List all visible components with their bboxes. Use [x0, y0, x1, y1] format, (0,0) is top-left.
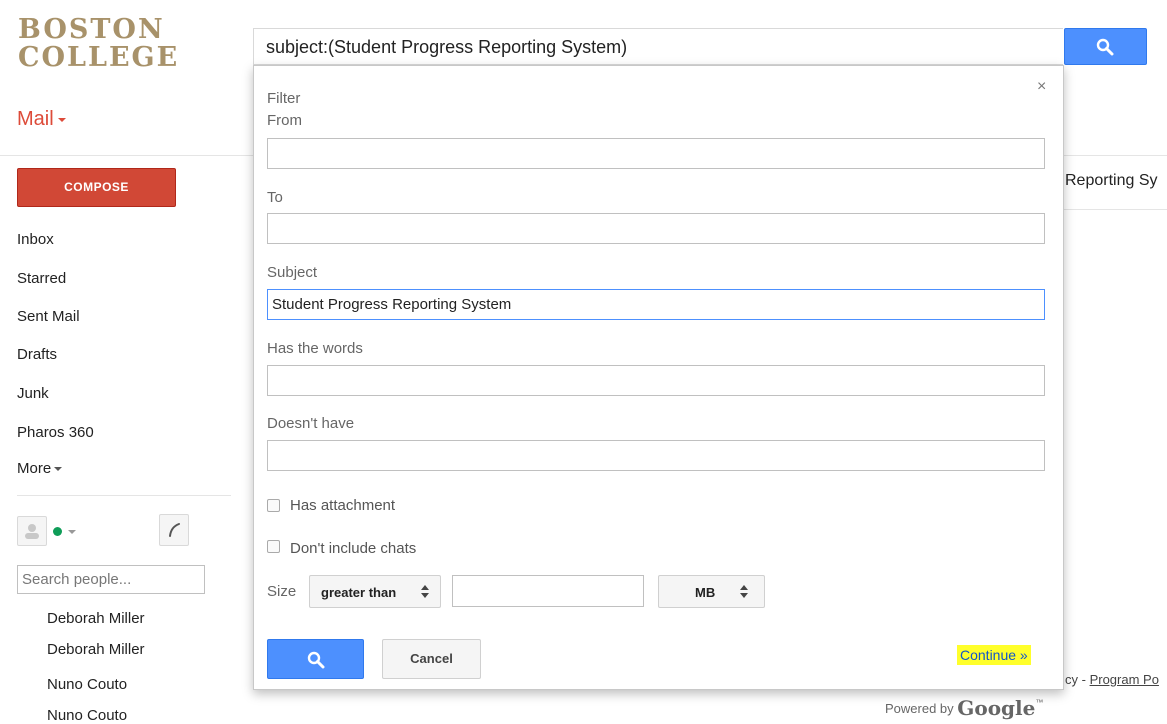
chat-contact[interactable]: Deborah Miller — [47, 610, 145, 627]
google-logo: Google — [957, 696, 1035, 720]
cancel-button[interactable]: Cancel — [382, 639, 481, 679]
has-words-field[interactable] — [267, 365, 1045, 396]
program-policies-link[interactable]: Program Po — [1090, 672, 1159, 687]
dont-include-chats-checkbox[interactable] — [267, 540, 280, 553]
sidebar-item-pharos-360[interactable]: Pharos 360 — [17, 424, 94, 441]
close-icon[interactable]: × — [1037, 78, 1046, 96]
mail-label: Mail — [17, 108, 54, 130]
footer-fragment[interactable]: cy - — [1065, 672, 1090, 687]
trademark: ™ — [1035, 698, 1044, 707]
updown-arrows-icon — [740, 585, 748, 599]
size-label: Size — [267, 583, 297, 600]
toolbar-divider-right — [1063, 209, 1167, 210]
to-field[interactable] — [267, 213, 1045, 244]
from-field[interactable] — [267, 138, 1045, 169]
has-attachment-checkbox[interactable] — [267, 499, 280, 512]
filter-title: Filter — [267, 90, 301, 107]
sidebar-item-drafts[interactable]: Drafts — [17, 346, 57, 363]
logo-line-1: BOSTON — [18, 14, 165, 45]
avatar[interactable] — [17, 516, 47, 546]
person-icon — [25, 524, 39, 539]
chat-contact[interactable]: Deborah Miller — [47, 641, 145, 658]
powered-by-label: Powered by — [885, 701, 954, 716]
status-available-icon[interactable] — [53, 527, 62, 536]
chat-contact[interactable]: Nuno Couto — [47, 676, 127, 693]
boston-college-logo[interactable]: BOSTON COLLEGE — [18, 16, 179, 72]
continue-link[interactable]: Continue » — [957, 645, 1031, 665]
mail-menu[interactable]: Mail — [17, 108, 66, 131]
dont-include-chats-label[interactable]: Don't include chats — [290, 540, 416, 557]
footer-links: cy - Program Po — [1065, 672, 1159, 687]
sidebar-item-inbox[interactable]: Inbox — [17, 231, 54, 248]
header-divider-right — [1063, 155, 1167, 156]
sidebar-item-sent-mail[interactable]: Sent Mail — [17, 308, 80, 325]
from-label: From — [267, 112, 302, 129]
more-label: More — [17, 460, 52, 477]
chevron-down-icon — [54, 467, 63, 472]
mail-search-query[interactable]: subject:(Student Progress Reporting Syst… — [266, 37, 627, 58]
size-value-input[interactable] — [452, 575, 644, 607]
mail-search-box[interactable]: subject:(Student Progress Reporting Syst… — [253, 28, 1063, 65]
search-icon — [1096, 38, 1114, 56]
size-unit-value: MB — [695, 585, 716, 600]
chevron-down-icon[interactable] — [68, 530, 76, 534]
call-phone-button[interactable] — [159, 514, 189, 546]
search-icon — [307, 651, 325, 669]
has-words-label: Has the words — [267, 340, 363, 357]
powered-by-google: Powered by Google™ — [885, 696, 1043, 720]
doesnt-have-field[interactable] — [267, 440, 1045, 471]
search-people-input[interactable] — [17, 565, 205, 594]
background-subject-fragment: Reporting Sy — [1065, 172, 1158, 189]
subject-label: Subject — [267, 264, 318, 281]
sidebar-item-more[interactable]: More — [17, 460, 63, 477]
updown-arrows-icon — [421, 585, 429, 599]
logo-line-2: COLLEGE — [18, 42, 180, 73]
header-divider — [0, 155, 253, 156]
chevron-down-icon — [57, 117, 66, 122]
sidebar-item-starred[interactable]: Starred — [17, 270, 66, 287]
size-operator-select[interactable]: greater than — [309, 575, 441, 608]
subject-field[interactable] — [267, 289, 1045, 320]
phone-icon — [169, 523, 180, 537]
doesnt-have-label: Doesn't have — [267, 415, 355, 432]
mail-search-button[interactable] — [1064, 28, 1147, 65]
to-label: To — [267, 189, 283, 206]
filter-search-button[interactable] — [267, 639, 364, 679]
chat-contact[interactable]: Nuno Couto — [47, 707, 127, 724]
sidebar-item-junk[interactable]: Junk — [17, 385, 49, 402]
sidebar-divider — [17, 495, 231, 496]
size-operator-value: greater than — [321, 585, 397, 600]
compose-button[interactable]: COMPOSE — [17, 168, 176, 207]
size-unit-select[interactable]: MB — [658, 575, 765, 608]
google-logo-text: Google — [957, 696, 1036, 720]
has-attachment-label[interactable]: Has attachment — [290, 497, 395, 514]
